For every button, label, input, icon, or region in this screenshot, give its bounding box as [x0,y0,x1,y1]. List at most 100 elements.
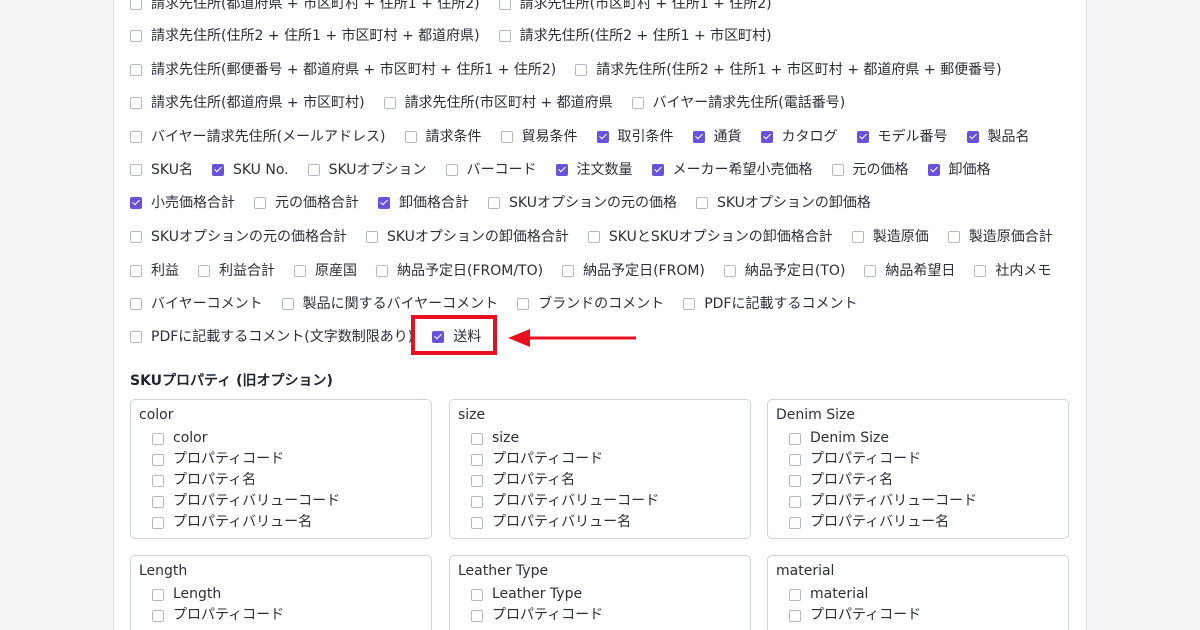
checkbox[interactable] [378,197,390,209]
field-item[interactable]: 請求先住所(住所2 + 住所1 + 市区町村) [498,26,772,46]
checkbox[interactable] [130,197,142,209]
checkbox[interactable] [130,265,142,277]
checkbox[interactable] [651,164,664,176]
group-option[interactable]: プロパティコード [458,449,742,470]
checkbox[interactable] [974,265,987,277]
field-item[interactable]: モデル番号 [856,127,948,147]
checkbox[interactable] [695,197,708,209]
field-item[interactable]: 請求先住所(郵便番号 + 都道府県 + 市区町村 + 住所1 + 住所2) [130,60,556,80]
checkbox[interactable] [471,588,483,601]
field-item[interactable]: 製品に関するバイヤーコメント [281,294,498,314]
checkbox[interactable] [130,298,142,310]
field-item[interactable]: 通貨 [692,127,742,147]
field-item[interactable]: 請求先住所(住所2 + 住所1 + 市区町村 + 都道府県 + 郵便番号) [575,60,1002,80]
checkbox[interactable] [383,97,396,109]
checkbox[interactable] [789,516,801,529]
field-item[interactable]: 納品希望日 [864,261,955,281]
checkbox[interactable] [498,0,511,10]
checkbox[interactable] [831,164,844,176]
checkbox[interactable] [856,131,869,143]
checkbox[interactable] [471,453,483,466]
field-item[interactable]: メーカー希望小売価格 [651,160,813,180]
checkbox[interactable] [760,131,773,143]
checkbox[interactable] [471,495,483,508]
field-item[interactable]: カタログ [760,127,838,147]
checkbox[interactable] [404,131,417,143]
field-item[interactable]: 取引条件 [596,127,674,147]
field-item[interactable]: 請求先住所(都道府県 + 市区町村 + 住所1 + 住所2) [130,0,480,14]
group-option[interactable]: プロパティバリュー名 [776,512,1060,533]
checkbox[interactable] [596,131,609,143]
field-item[interactable]: ブランドのコメント [517,294,664,314]
field-item[interactable]: 利益 [130,261,179,281]
checkbox[interactable] [130,97,142,109]
checkbox[interactable] [789,453,801,466]
group-option[interactable]: プロパティ名 [458,470,742,491]
field-item[interactable]: 納品予定日(TO) [723,261,845,281]
checkbox[interactable] [365,231,378,243]
checkbox[interactable] [152,516,164,529]
group-option[interactable]: プロパティコード [776,605,1060,626]
checkbox[interactable] [281,298,294,310]
field-item[interactable]: 納品予定日(FROM/TO) [376,261,543,281]
checkbox[interactable] [498,30,511,42]
checkbox[interactable] [587,231,600,243]
checkbox[interactable] [198,265,210,277]
checkbox[interactable] [130,331,142,343]
field-item[interactable]: バイヤーコメント [130,294,263,314]
group-option[interactable]: プロパティコード [139,449,423,470]
checkbox[interactable] [152,588,164,601]
checkbox[interactable] [152,474,164,487]
checkbox[interactable] [851,231,864,243]
field-item[interactable]: 納品予定日(FROM) [562,261,705,281]
checkbox[interactable] [789,588,801,601]
group-option[interactable]: size [458,428,742,449]
checkbox[interactable] [864,265,877,277]
checkbox[interactable] [471,432,483,445]
field-item[interactable]: 原産国 [294,261,357,281]
field-item[interactable]: バーコード [445,160,537,180]
field-item[interactable]: 小売価格合計 [130,193,235,213]
field-item[interactable]: 社内メモ [974,261,1051,281]
field-item[interactable]: SKUオプションの元の価格合計 [130,227,347,247]
field-item[interactable]: 請求先住所(都道府県 + 市区町村) [130,93,365,113]
field-item[interactable]: 利益合計 [198,261,275,281]
checkbox[interactable] [471,609,483,622]
group-option[interactable]: プロパティバリューコード [776,491,1060,512]
field-item[interactable]: 請求先住所(市区町村 + 都道府県 [383,93,613,113]
checkbox[interactable] [130,231,142,243]
checkbox[interactable] [723,265,736,277]
checkbox[interactable] [445,164,458,176]
field-item[interactable]: SKU No. [211,160,289,180]
checkbox[interactable] [130,164,142,176]
checkbox[interactable] [307,164,320,176]
group-option[interactable]: color [139,428,423,449]
checkbox[interactable] [488,197,500,209]
field-item[interactable]: 元の価格 [831,160,909,180]
field-item[interactable]: 製造原価合計 [947,227,1053,247]
field-item[interactable]: 請求条件 [404,127,482,147]
checkbox[interactable] [500,131,513,143]
group-option[interactable]: プロパティコード [139,605,423,626]
checkbox[interactable] [789,474,801,487]
checkbox[interactable] [789,495,801,508]
group-option[interactable]: プロパティバリュー名 [139,512,423,533]
checkbox[interactable] [152,609,164,622]
checkbox[interactable] [631,97,644,109]
checkbox[interactable] [471,474,483,487]
field-item[interactable]: SKU名 [130,160,193,180]
checkbox[interactable] [130,0,142,10]
checkbox[interactable] [294,265,306,277]
checkbox[interactable] [966,131,979,143]
checkbox[interactable] [211,164,224,176]
checkbox[interactable] [927,164,940,176]
field-item[interactable]: 請求先住所(住所2 + 住所1 + 市区町村 + 都道府県) [130,26,480,46]
checkbox[interactable] [683,298,696,310]
field-item[interactable]: 卸価格 [927,160,991,180]
checkbox[interactable] [152,495,164,508]
checkbox[interactable] [130,64,142,76]
checkbox[interactable] [152,453,164,466]
group-option[interactable]: プロパティコード [458,605,742,626]
group-option[interactable]: プロパティ名 [139,470,423,491]
checkbox[interactable] [517,298,530,310]
